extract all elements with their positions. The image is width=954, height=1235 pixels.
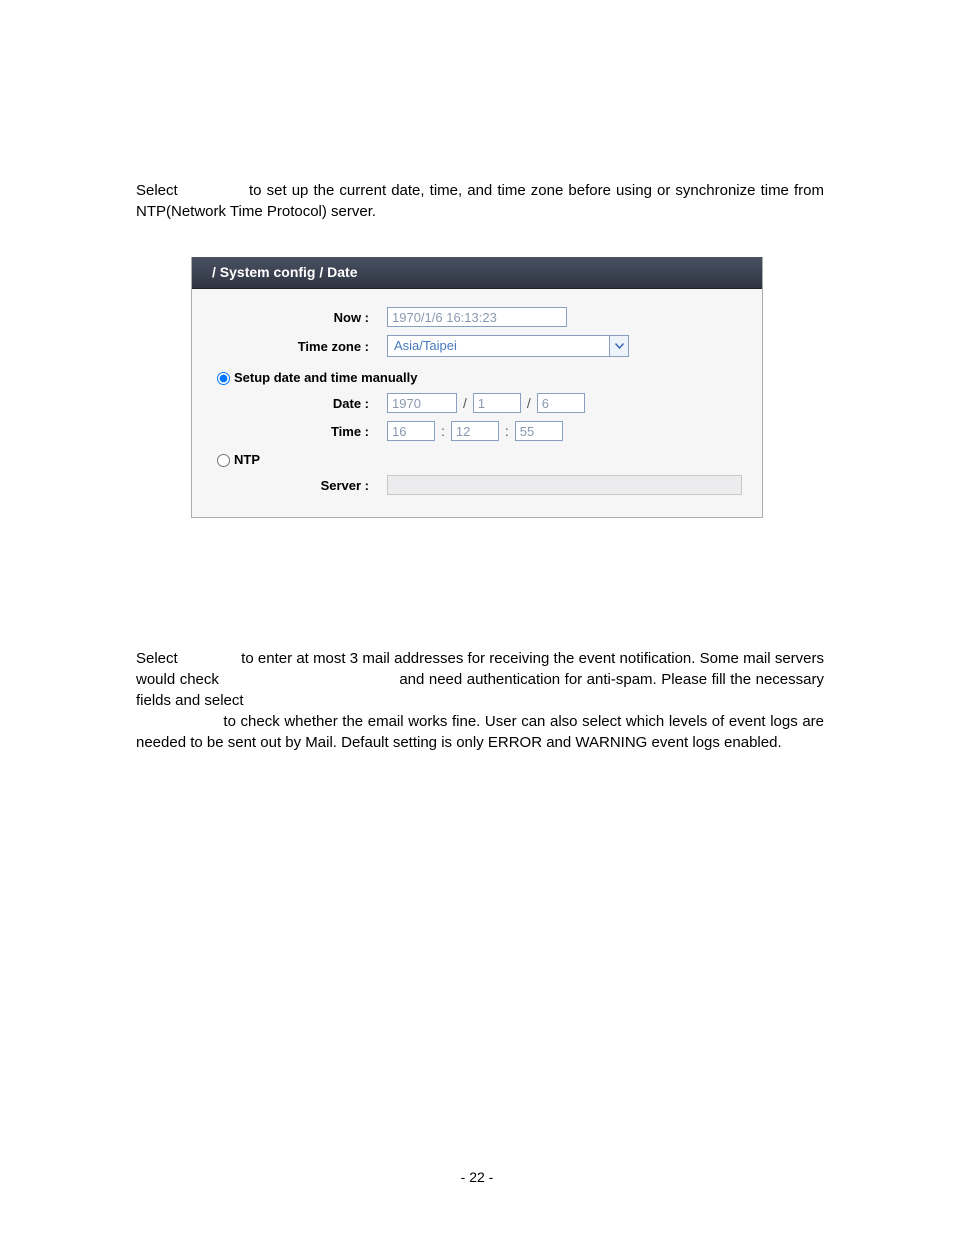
page-number: - 22 - <box>0 1169 954 1185</box>
time-minute-input[interactable] <box>451 421 499 441</box>
timezone-value: Asia/Taipei <box>387 335 609 357</box>
time-second-input[interactable] <box>515 421 563 441</box>
now-label: Now : <box>192 310 387 325</box>
paragraph-mail-intro-1: Select to enter at most 3 mail addresses… <box>136 648 824 711</box>
panel-title: / System config / Date <box>192 257 762 289</box>
ntp-radio[interactable] <box>217 454 230 467</box>
timezone-select[interactable]: Asia/Taipei <box>387 335 629 357</box>
date-day-input[interactable] <box>537 393 585 413</box>
server-input[interactable] <box>387 475 742 495</box>
date-year-input[interactable] <box>387 393 457 413</box>
now-input[interactable] <box>387 307 567 327</box>
time-label: Time : <box>192 424 387 439</box>
timezone-label: Time zone : <box>192 339 387 354</box>
paragraph-date-intro: Select to set up the current date, time,… <box>136 180 824 222</box>
slash-separator: / <box>521 395 537 411</box>
server-label: Server : <box>192 478 387 493</box>
time-hour-input[interactable] <box>387 421 435 441</box>
colon-separator: : <box>499 423 515 439</box>
slash-separator: / <box>457 395 473 411</box>
date-config-panel: / System config / Date Now : Time zone :… <box>191 257 763 518</box>
paragraph-mail-intro-2: to check whether the email works fine. U… <box>136 711 824 753</box>
date-month-input[interactable] <box>473 393 521 413</box>
chevron-down-icon[interactable] <box>609 335 629 357</box>
colon-separator: : <box>435 423 451 439</box>
manual-radio-label: Setup date and time manually <box>234 370 418 385</box>
date-label: Date : <box>192 396 387 411</box>
ntp-radio-label: NTP <box>234 452 260 467</box>
manual-radio[interactable] <box>217 372 230 385</box>
